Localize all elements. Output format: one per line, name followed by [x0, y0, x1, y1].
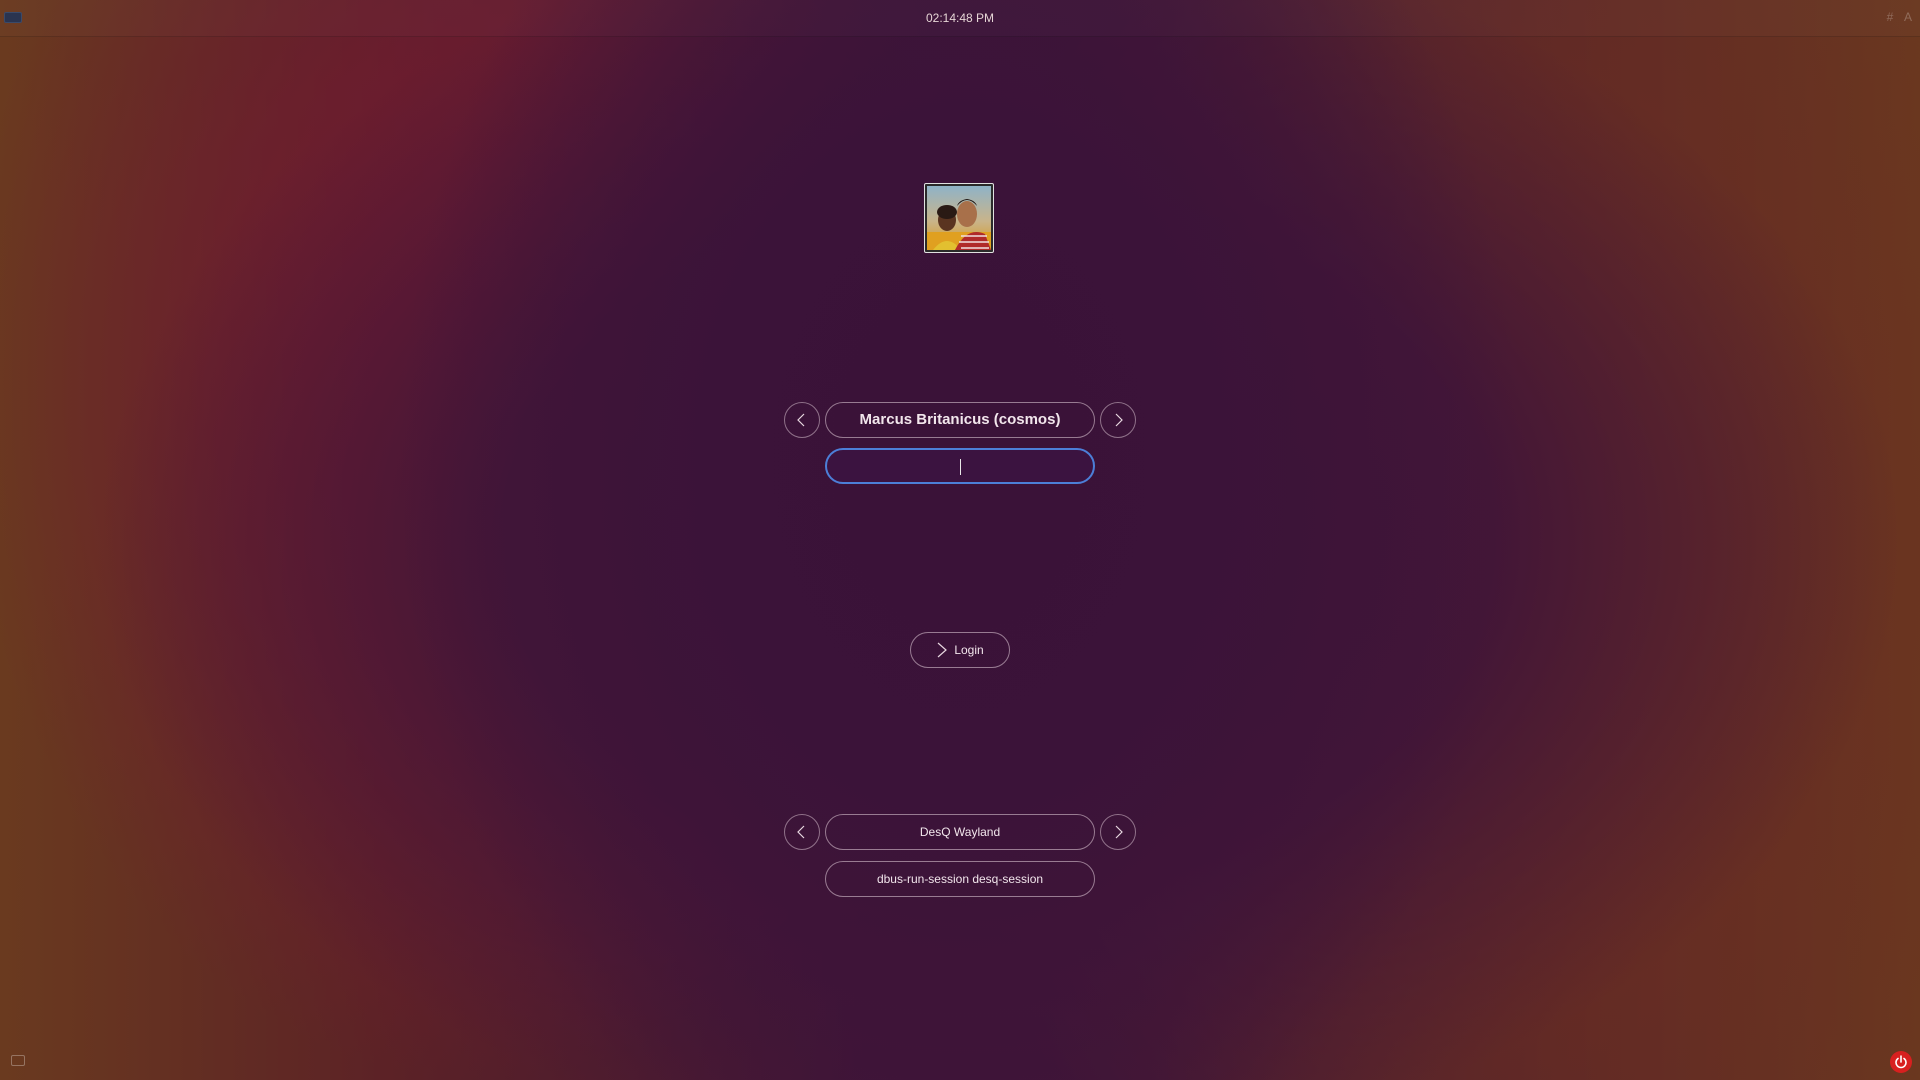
power-icon	[1895, 1055, 1907, 1069]
chevron-right-icon	[1115, 825, 1123, 839]
chevron-right-icon	[937, 642, 948, 658]
avatar-image	[927, 186, 991, 250]
login-label: Login	[954, 643, 984, 657]
user-avatar	[924, 183, 994, 253]
text-caret	[960, 459, 961, 475]
top-right-indicators[interactable]: # A	[1887, 10, 1916, 24]
message-icon[interactable]	[11, 1055, 25, 1066]
password-input[interactable]	[827, 450, 1097, 484]
next-session-button[interactable]	[1100, 814, 1136, 850]
chevron-left-icon	[797, 413, 805, 427]
previous-user-button[interactable]	[784, 402, 820, 438]
previous-session-button[interactable]	[784, 814, 820, 850]
top-bar: 02:14:48 PM # A	[0, 0, 1920, 37]
session-name-button[interactable]: DesQ Wayland	[825, 814, 1095, 850]
user-name-button[interactable]: Marcus Britanicus (cosmos)	[825, 402, 1095, 438]
session-command-field[interactable]: dbus-run-session desq-session	[825, 861, 1095, 897]
next-user-button[interactable]	[1100, 402, 1136, 438]
chevron-right-icon	[1115, 413, 1123, 427]
password-field-wrapper[interactable]	[825, 448, 1097, 484]
power-button[interactable]	[1890, 1051, 1912, 1073]
chevron-left-icon	[797, 825, 805, 839]
login-button[interactable]: Login	[910, 632, 1010, 668]
clock: 02:14:48 PM	[925, 11, 995, 25]
